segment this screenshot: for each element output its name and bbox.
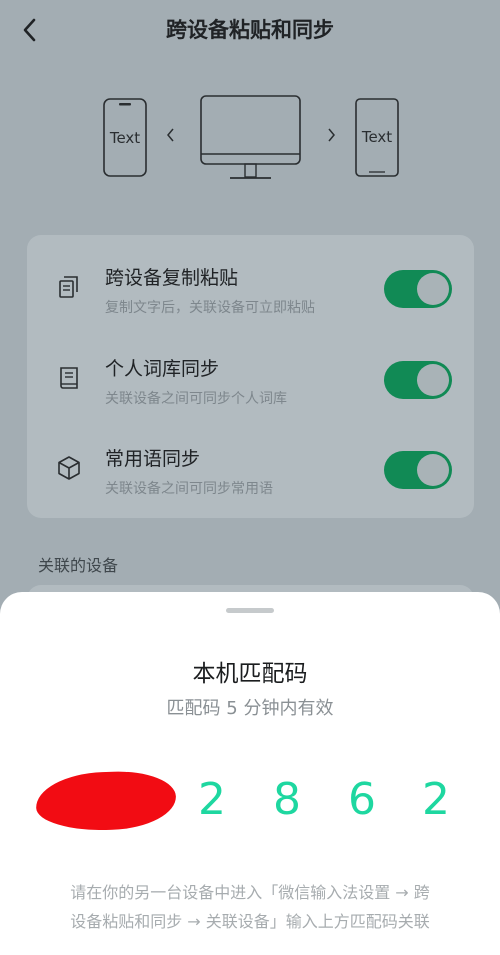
- instruction-line: 设备粘贴和同步 → 关联设备」输入上方匹配码关联: [70, 912, 430, 931]
- setting-title: 个人词库同步: [105, 358, 220, 380]
- phone-left-text: Text: [109, 129, 140, 147]
- monitor-icon: [200, 95, 301, 179]
- setting-description: 关联设备之间可同步个人词库: [105, 391, 287, 407]
- sync-settings-card: 跨设备复制粘贴 复制文字后，关联设备可立即粘贴 个人词库同步 关联设备之间可同步…: [27, 235, 474, 518]
- book-icon: [55, 364, 83, 392]
- page-title: 跨设备粘贴和同步: [166, 18, 334, 42]
- sheet-subtitle: 匹配码 5 分钟内有效: [166, 698, 334, 719]
- linked-devices-label: 关联的设备: [38, 556, 119, 575]
- sheet-title: 本机匹配码: [192, 661, 308, 687]
- redaction-mark: [35, 769, 177, 833]
- setting-row-common-phrases: 常用语同步 关联设备之间可同步常用语: [27, 420, 474, 510]
- setting-row-personal-dictionary: 个人词库同步 关联设备之间可同步个人词库: [27, 330, 474, 420]
- setting-description: 关联设备之间可同步常用语: [105, 481, 273, 497]
- phone-right-text: Text: [361, 128, 392, 146]
- copy-paste-icon: [55, 273, 83, 301]
- pairing-code-sheet: 本机匹配码 匹配码 5 分钟内有效 2 8 6 2 请在你的另一台设备中进入「微…: [0, 592, 500, 955]
- setting-description: 复制文字后，关联设备可立即粘贴: [105, 300, 315, 316]
- setting-title: 常用语同步: [105, 448, 201, 470]
- pairing-code-digit: 2: [198, 774, 226, 825]
- personal-dictionary-toggle[interactable]: [384, 361, 452, 399]
- cube-icon: [55, 454, 83, 482]
- sheet-drag-handle[interactable]: [226, 608, 274, 613]
- common-phrases-toggle[interactable]: [384, 451, 452, 489]
- pairing-code-digit: 6: [348, 774, 376, 825]
- setting-title: 跨设备复制粘贴: [105, 267, 239, 289]
- phone-left-icon: Text: [103, 98, 147, 177]
- pairing-code-digit: 8: [273, 774, 301, 825]
- toggle-knob: [417, 273, 449, 305]
- chevron-left-small-icon: [167, 128, 174, 142]
- chevron-right-small-icon: [328, 128, 335, 142]
- pairing-code-digit: 2: [422, 774, 450, 825]
- setting-row-copy-paste: 跨设备复制粘贴 复制文字后，关联设备可立即粘贴: [27, 239, 474, 329]
- phone-right-icon: Text: [355, 98, 399, 177]
- instruction-line: 请在你的另一台设备中进入「微信输入法设置 → 跨: [70, 883, 430, 902]
- header: 跨设备粘贴和同步: [0, 0, 500, 60]
- pairing-instructions: 请在你的另一台设备中进入「微信输入法设置 → 跨 设备粘贴和同步 → 关联设备」…: [44, 878, 456, 936]
- devices-illustration: Text Text: [0, 88, 500, 188]
- copy-paste-toggle[interactable]: [384, 270, 452, 308]
- toggle-knob: [417, 364, 449, 396]
- toggle-knob: [417, 454, 449, 486]
